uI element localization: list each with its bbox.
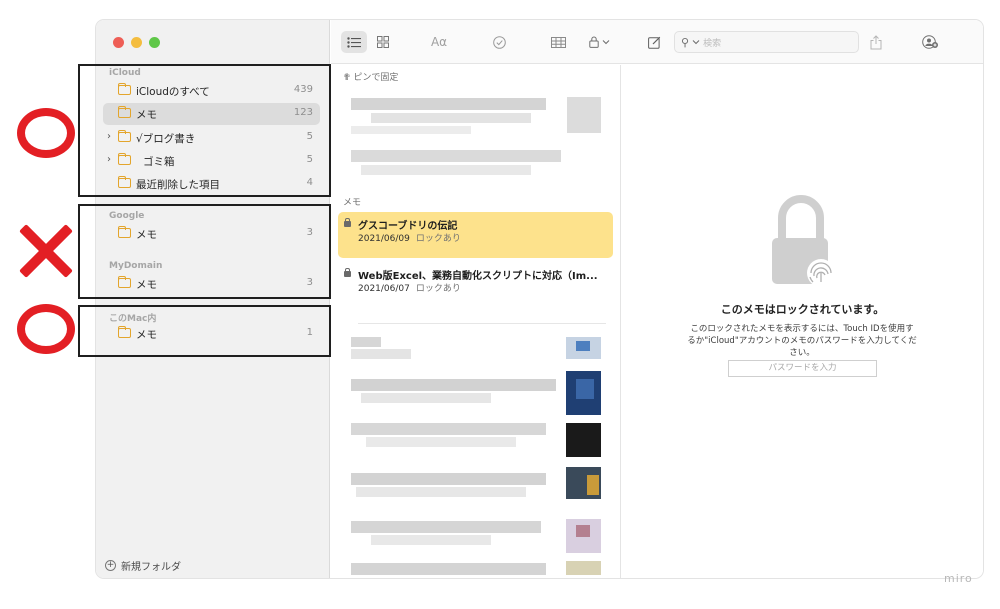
window-controls: [113, 37, 160, 48]
table-icon: [550, 36, 566, 48]
lock-menu-button[interactable]: [584, 31, 614, 53]
lock-icon: [588, 36, 599, 48]
new-note-button[interactable]: [643, 31, 665, 53]
plus-circle-icon: +: [105, 560, 116, 571]
notes-section-header: メモ: [343, 198, 362, 208]
toolbar: Aα ⚲ 検索: [331, 20, 983, 64]
red-circle-mark-icon: [17, 108, 75, 158]
password-input[interactable]: パスワードを入力: [728, 360, 877, 377]
minimize-window-button[interactable]: [131, 37, 142, 48]
note-row-selected[interactable]: グスコーブドリの伝記 2021/06/09 ロックあり: [338, 212, 613, 258]
other-notes-pixelated: [351, 337, 601, 575]
note-title: グスコーブドリの伝記: [358, 221, 458, 232]
note-date: 2021/06/07: [358, 284, 410, 294]
pinned-section-header: ✟ ピンで固定: [343, 70, 398, 83]
table-button[interactable]: [547, 31, 569, 53]
note-status: ロックあり: [415, 284, 461, 294]
gallery-view-button[interactable]: [371, 31, 395, 53]
new-folder-button[interactable]: + 新規フォルダ: [105, 558, 181, 573]
lock-icon: [344, 218, 351, 227]
collaborate-button[interactable]: [919, 31, 941, 53]
chevron-down-icon: [692, 40, 700, 45]
list-divider: [358, 323, 606, 324]
note-meta: 2021/06/07 ロックあり: [358, 281, 461, 294]
annotation-box-icloud: [78, 64, 331, 197]
locked-note-icon: [772, 195, 832, 284]
annotation-box-google-mydomain: [78, 204, 331, 299]
close-window-button[interactable]: [113, 37, 124, 48]
search-field[interactable]: ⚲ 検索: [674, 31, 859, 53]
list-icon: [347, 36, 361, 48]
note-status: ロックあり: [415, 234, 461, 244]
note-date: 2021/06/09: [358, 234, 410, 244]
pin-icon: ✟: [343, 73, 351, 83]
checklist-button[interactable]: [488, 31, 510, 53]
miro-watermark: miro: [944, 572, 973, 585]
share-button[interactable]: [865, 31, 887, 53]
red-cross-mark-icon: [17, 222, 75, 280]
lock-icon: [344, 268, 351, 277]
search-icon: ⚲: [681, 35, 690, 49]
note-detail: このメモはロックされています。 このロックされたメモを表示するには、Touch …: [622, 65, 983, 578]
chevron-down-icon: [602, 40, 609, 45]
new-folder-label: 新規フォルダ: [121, 562, 181, 573]
locked-message: このロックされたメモを表示するには、Touch IDを使用するか"iCloud"…: [687, 324, 917, 358]
format-button[interactable]: Aα: [427, 31, 451, 53]
pinned-section-label: ピンで固定: [353, 73, 399, 83]
canvas: iCloud iCloudのすべて 439 メモ 123 › √ブログ書き 5 …: [0, 0, 1000, 609]
annotation-box-this-mac: [78, 305, 331, 357]
note-list: ✟ ピンで固定 メモ グスコーブドリの伝記 2021/06/09 ロックあり We…: [331, 65, 621, 578]
grid-icon: [377, 36, 389, 48]
pinned-notes-pixelated: [351, 97, 601, 175]
red-circle-mark-icon: [17, 304, 75, 354]
checkmark-circle-icon: [492, 35, 506, 49]
add-people-icon: [921, 35, 938, 49]
list-view-button[interactable]: [341, 31, 367, 53]
locked-title: このメモはロックされています。: [720, 303, 885, 316]
search-placeholder: 検索: [703, 38, 722, 49]
note-row[interactable]: Web版Excel、業務自動化スクリプトに対応（Im... 2021/06/07…: [338, 262, 613, 308]
zoom-window-button[interactable]: [149, 37, 160, 48]
note-meta: 2021/06/09 ロックあり: [358, 231, 461, 244]
compose-icon: [647, 36, 660, 49]
note-title: Web版Excel、業務自動化スクリプトに対応（Im...: [358, 271, 598, 282]
share-icon: [870, 34, 882, 49]
